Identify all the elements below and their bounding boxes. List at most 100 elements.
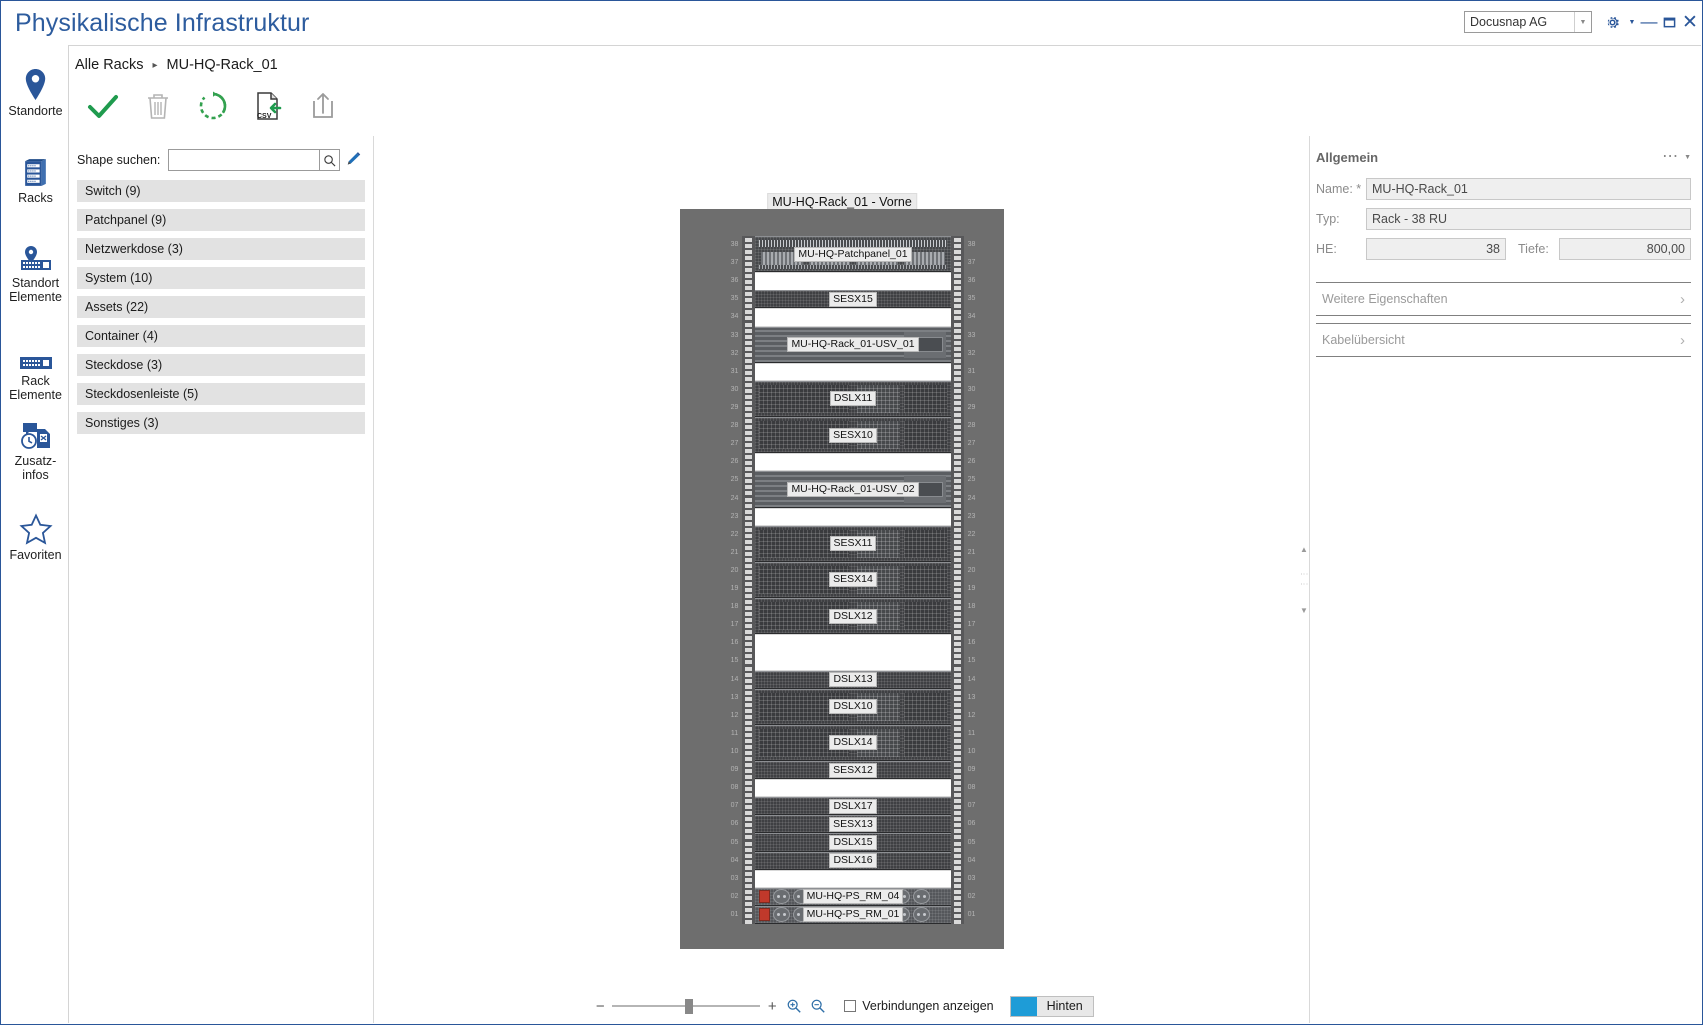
company-select[interactable]: Docusnap AG ▼ bbox=[1464, 11, 1592, 33]
delete-button[interactable] bbox=[130, 84, 185, 128]
zoom-reset-icon[interactable] bbox=[806, 998, 830, 1014]
pdu-power-switch[interactable] bbox=[759, 890, 770, 904]
rack-device-server[interactable]: DSLX11 bbox=[755, 380, 951, 418]
rack-empty-slot[interactable] bbox=[755, 869, 951, 888]
breadcrumb-current[interactable]: MU-HQ-Rack_01 bbox=[167, 57, 278, 73]
shape-list-item[interactable]: Steckdose (3) bbox=[77, 354, 365, 376]
rack-element-icon bbox=[19, 333, 53, 371]
shape-list-item[interactable]: Sonstiges (3) bbox=[77, 412, 365, 434]
csv-import-button[interactable]: CSV bbox=[240, 84, 295, 128]
rack-empty-slot[interactable] bbox=[755, 308, 951, 327]
pencil-icon[interactable] bbox=[343, 149, 365, 171]
more-options-icon[interactable]: ⋯ ▼ bbox=[1662, 149, 1691, 165]
rack-device-server[interactable]: SESX10 bbox=[755, 417, 951, 454]
shape-list-item-label: Sonstiges (3) bbox=[85, 416, 159, 430]
sidebar-item-rack-elemente[interactable]: Rack Elemente bbox=[2, 333, 69, 402]
export-button[interactable] bbox=[295, 84, 350, 128]
minimize-button[interactable]: — bbox=[1640, 11, 1658, 33]
close-button[interactable]: ✕ bbox=[1681, 11, 1699, 33]
rack-unit-number: 38 bbox=[967, 241, 976, 249]
shape-list-item[interactable]: Patchpanel (9) bbox=[77, 209, 365, 231]
rack-unit-number: 33 bbox=[730, 331, 739, 339]
rail-hole bbox=[954, 467, 961, 472]
rack-device-pdu[interactable]: MU-HQ-PS_RM_04 bbox=[755, 887, 951, 906]
pdu-power-switch[interactable] bbox=[759, 908, 770, 922]
checkbox-box[interactable] bbox=[844, 1000, 857, 1012]
zoom-slider-thumb[interactable] bbox=[685, 999, 694, 1014]
rail-hole bbox=[745, 316, 752, 321]
rack-device-server[interactable]: DSLX14 bbox=[755, 724, 951, 762]
rack-device-ups[interactable]: MU-HQ-Rack_01-USV_01 bbox=[755, 326, 951, 363]
show-connections-label: Verbindungen anzeigen bbox=[862, 999, 994, 1013]
rack-empty-slot[interactable] bbox=[755, 634, 951, 671]
rail-hole bbox=[954, 769, 961, 774]
chevron-down-icon[interactable]: ▼ bbox=[1574, 12, 1591, 32]
rack-device-server[interactable]: SESX14 bbox=[755, 561, 951, 599]
rack-device-switch[interactable]: DSLX15 bbox=[755, 833, 951, 852]
maximize-button[interactable] bbox=[1660, 11, 1678, 33]
shape-list-item[interactable]: Steckdosenleiste (5) bbox=[77, 383, 365, 405]
rack-device-pdu[interactable]: MU-HQ-PS_RM_01 bbox=[755, 905, 951, 924]
rail-hole bbox=[745, 244, 752, 249]
refresh-button[interactable] bbox=[185, 84, 240, 128]
rail-hole bbox=[954, 382, 961, 387]
zoom-slider[interactable] bbox=[612, 999, 761, 1014]
rack-empty-slot[interactable] bbox=[755, 507, 951, 526]
rack-device-patchpanel[interactable]: MU-HQ-Patchpanel_01 bbox=[755, 236, 951, 273]
rack-device-switch[interactable]: SESX15 bbox=[755, 290, 951, 309]
pdu-socket[interactable] bbox=[913, 889, 930, 905]
rack-unit-number: 18 bbox=[730, 603, 739, 611]
sidebar-item-favoriten[interactable]: Favoriten bbox=[2, 507, 69, 562]
rail-hole bbox=[954, 340, 961, 345]
rack-unit-number: 16 bbox=[730, 639, 739, 647]
name-field[interactable]: MU-HQ-Rack_01 bbox=[1366, 178, 1691, 200]
link-weitere-eigenschaften[interactable]: Weitere Eigenschaften › bbox=[1316, 282, 1691, 316]
zoom-fit-icon[interactable] bbox=[782, 998, 806, 1014]
rail-hole bbox=[954, 841, 961, 846]
typ-field[interactable]: Rack - 38 RU bbox=[1366, 208, 1691, 230]
rack-device-server[interactable]: DSLX10 bbox=[755, 688, 951, 725]
shape-list-item[interactable]: System (10) bbox=[77, 267, 365, 289]
rack-device-switch[interactable]: DSLX13 bbox=[755, 670, 951, 689]
shape-list-item[interactable]: Container (4) bbox=[77, 325, 365, 347]
rack-empty-slot[interactable] bbox=[755, 453, 951, 472]
rack-canvas-area[interactable]: MU-HQ-Rack_01 - Vorne MU-HQ-Patchpanel_0… bbox=[375, 136, 1309, 1023]
rack-unit-number: 01 bbox=[967, 910, 976, 918]
show-connections-checkbox[interactable]: Verbindungen anzeigen bbox=[844, 999, 994, 1013]
rack-device-server[interactable]: SESX11 bbox=[755, 525, 951, 562]
rack-device-switch[interactable]: SESX13 bbox=[755, 815, 951, 834]
rack-diagram[interactable]: MU-HQ-Patchpanel_01 SESX15 MU-HQ-Rack_01-U… bbox=[680, 209, 1004, 949]
breadcrumb-root[interactable]: Alle Racks bbox=[75, 57, 144, 73]
sidebar-item-standort-elemente[interactable]: Standort Elemente bbox=[2, 235, 69, 304]
magnifier-icon[interactable] bbox=[319, 149, 340, 171]
panel-collapse-handle[interactable]: ▲ ⋮⋮ ▼ bbox=[1299, 545, 1309, 615]
gear-icon[interactable] bbox=[1602, 11, 1622, 33]
pdu-socket[interactable] bbox=[773, 907, 790, 923]
sidebar-item-standorte[interactable]: Standorte bbox=[2, 63, 69, 118]
rack-empty-slot[interactable] bbox=[755, 779, 951, 798]
shape-list-item[interactable]: Netzwerkdose (3) bbox=[77, 238, 365, 260]
rack-device-ups[interactable]: MU-HQ-Rack_01-USV_02 bbox=[755, 471, 951, 508]
zoom-out-button[interactable]: − bbox=[590, 998, 610, 1015]
rack-device-switch[interactable]: SESX12 bbox=[755, 761, 951, 780]
rack-device-server[interactable]: DSLX12 bbox=[755, 598, 951, 635]
rack-empty-slot[interactable] bbox=[755, 362, 951, 381]
pdu-socket[interactable] bbox=[913, 907, 930, 923]
tiefe-field[interactable]: 800,00 bbox=[1558, 238, 1691, 260]
gear-dropdown-caret-icon[interactable]: ▼ bbox=[1626, 11, 1638, 33]
rack-device-switch[interactable]: DSLX16 bbox=[755, 851, 951, 870]
rail-hole bbox=[954, 642, 961, 647]
rail-hole bbox=[954, 274, 961, 279]
link-kabeluebersicht[interactable]: Kabelübersicht › bbox=[1316, 323, 1691, 357]
apply-button[interactable] bbox=[75, 84, 130, 128]
sidebar-item-racks[interactable]: Racks bbox=[2, 150, 69, 205]
rack-side-toggle-button[interactable]: Hinten bbox=[1009, 995, 1094, 1017]
search-input[interactable] bbox=[168, 149, 319, 171]
pdu-socket[interactable] bbox=[773, 889, 790, 905]
zoom-in-button[interactable]: + bbox=[762, 998, 782, 1015]
sidebar-item-zusatzinfos[interactable]: Zusatz- infos bbox=[2, 413, 69, 482]
shape-list-item[interactable]: Switch (9) bbox=[77, 180, 365, 202]
shape-list-item[interactable]: Assets (22) bbox=[77, 296, 365, 318]
rack-device-switch[interactable]: DSLX17 bbox=[755, 797, 951, 816]
he-field[interactable]: 38 bbox=[1366, 238, 1506, 260]
